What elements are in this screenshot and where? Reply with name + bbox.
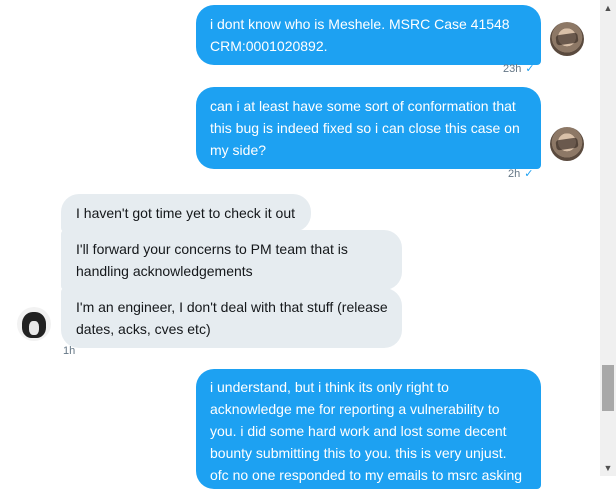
message-timestamp: 23h ✓ — [503, 62, 535, 75]
message-text: can i at least have some sort of conform… — [210, 98, 520, 158]
message-timestamp: 2h ✓ — [508, 167, 533, 180]
sent-message[interactable]: i understand, but i think its only right… — [196, 369, 541, 489]
sent-message[interactable]: can i at least have some sort of conform… — [196, 87, 541, 169]
checkmark-icon: ✓ — [525, 63, 535, 75]
received-message[interactable]: I haven't got time yet to check it out — [61, 194, 311, 232]
message-text: i understand, but i think its only right… — [210, 379, 523, 483]
message-text: i dont know who is Meshele. MSRC Case 41… — [210, 16, 510, 54]
timestamp-text: 1h — [63, 345, 76, 357]
message-text: I haven't got time yet to check it out — [76, 205, 296, 221]
sent-message[interactable]: i dont know who is Meshele. MSRC Case 41… — [196, 5, 541, 65]
arrow-up-icon[interactable]: ▲ — [600, 0, 616, 16]
scrollbar-track[interactable]: ▲ ▼ — [600, 0, 616, 476]
timestamp-text: 2h — [508, 168, 521, 180]
scrollbar-thumb[interactable] — [602, 365, 614, 411]
timestamp-text: 23h — [503, 63, 522, 75]
arrow-down-icon[interactable]: ▼ — [600, 460, 616, 476]
user-avatar[interactable] — [550, 127, 584, 161]
message-text: I'm an engineer, I don't deal with that … — [76, 299, 388, 337]
received-message[interactable]: I'll forward your concerns to PM team th… — [61, 230, 402, 290]
message-text: I'll forward your concerns to PM team th… — [76, 241, 348, 279]
message-timestamp: 1h — [63, 345, 75, 357]
checkmark-icon: ✓ — [524, 168, 534, 180]
user-avatar[interactable] — [550, 22, 584, 56]
received-message[interactable]: I'm an engineer, I don't deal with that … — [61, 288, 402, 348]
contact-avatar[interactable] — [17, 307, 51, 341]
